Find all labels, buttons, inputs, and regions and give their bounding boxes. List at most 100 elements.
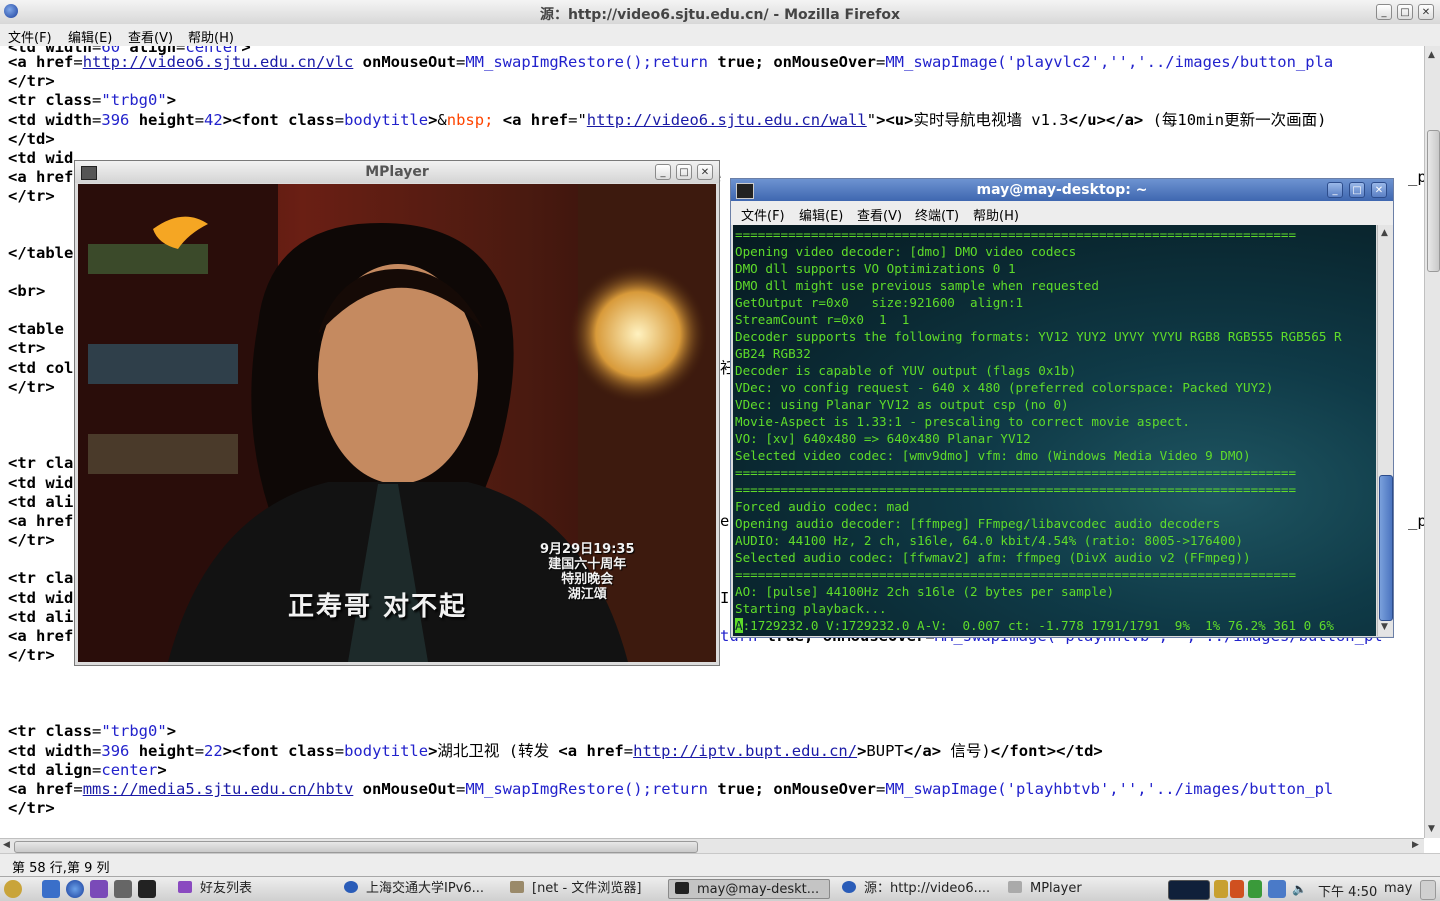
source-line: <td wid bbox=[8, 149, 74, 167]
scroll-left-arrow-icon[interactable]: ◀ bbox=[3, 840, 10, 850]
terminal-menu-file[interactable]: 文件(F) bbox=[741, 205, 785, 224]
terminal-status-line: A:1729232.0 V:1729232.0 A-V: 0.007 ct: -… bbox=[735, 617, 1334, 634]
terminal-output-line: Decoder supports the following formats: … bbox=[735, 329, 1342, 344]
close-button[interactable]: ✕ bbox=[1418, 4, 1434, 20]
scroll-down-arrow-icon[interactable]: ▼ bbox=[1428, 824, 1435, 834]
source-line: <table bbox=[8, 320, 64, 338]
network-tray-icon[interactable] bbox=[1268, 880, 1286, 898]
terminal-screen[interactable]: Starting playback... AO: [pulse] 44100Hz … bbox=[733, 225, 1376, 636]
terminal-output-line: Forced audio codec: mad bbox=[735, 499, 910, 514]
caption-line: 9月29日19:35 bbox=[540, 542, 635, 557]
task-sjtu-browser[interactable]: 上海交通大学IPv6... bbox=[338, 879, 498, 899]
mplayer-maximize-button[interactable]: □ bbox=[676, 164, 692, 180]
vertical-scroll-thumb[interactable] bbox=[1427, 130, 1440, 272]
mplayer-minimize-button[interactable]: _ bbox=[655, 164, 671, 180]
start-menu-icon[interactable] bbox=[4, 880, 22, 898]
volume-icon[interactable]: 🔈 bbox=[1292, 880, 1307, 898]
caption-line: 湖江頌 bbox=[567, 587, 607, 602]
power-icon[interactable] bbox=[1420, 880, 1436, 900]
terminal-launcher-icon[interactable] bbox=[138, 880, 156, 898]
terminal-output-line: Starting playback... bbox=[735, 601, 887, 616]
mplayer-titlebar[interactable]: MPlayer _ □ ✕ bbox=[75, 161, 719, 183]
scroll-right-arrow-icon[interactable]: ▶ bbox=[1412, 840, 1419, 850]
source-line: <tr cla bbox=[8, 569, 74, 587]
terminal-scroll-up-icon[interactable]: ▲ bbox=[1381, 228, 1388, 238]
clock[interactable]: 下午 4:50 bbox=[1318, 881, 1377, 900]
mplayer-window[interactable]: MPlayer _ □ ✕ 正寿哥 对不起 9月29日19:35 建国六十周年 … bbox=[74, 160, 720, 666]
browser-launcher-icon[interactable] bbox=[66, 880, 84, 898]
source-line: <td width=396 height=22><font class=body… bbox=[8, 742, 1103, 760]
terminal-scrollbar[interactable]: ▲ ▼ bbox=[1377, 225, 1393, 636]
menu-view[interactable]: 查看(V) bbox=[128, 27, 173, 46]
source-line: <br> bbox=[8, 282, 46, 300]
task-mplayer[interactable]: MPlayer bbox=[1002, 879, 1162, 899]
scroll-up-arrow-icon[interactable]: ▲ bbox=[1428, 50, 1435, 60]
source-line: <a href bbox=[8, 627, 74, 645]
horizontal-scrollbar[interactable]: ◀ ▶ bbox=[0, 838, 1424, 854]
terminal-output-line: Selected audio codec: [ffwmav2] afm: ffm… bbox=[735, 550, 1251, 565]
network-monitor-icon[interactable] bbox=[1168, 880, 1210, 900]
vertical-scrollbar[interactable]: ▲ ▼ bbox=[1424, 46, 1440, 838]
terminal-scroll-thumb[interactable] bbox=[1379, 475, 1393, 621]
playback-status: :1729232.0 V:1729232.0 A-V: 0.007 ct: -1… bbox=[742, 618, 1334, 633]
terminal-output-line: ========================================… bbox=[735, 482, 1297, 497]
task-label: 源：http://video6.... bbox=[864, 881, 991, 896]
source-line: </tr> bbox=[8, 531, 55, 549]
terminal-output-line: AUDIO: 44100 Hz, 2 ch, s16le, 64.0 kbit/… bbox=[735, 533, 1243, 548]
terminal-close-button[interactable]: ✕ bbox=[1371, 182, 1387, 198]
terminal-window[interactable]: may@may-desktop: ~ _ □ ✕ 文件(F) 编辑(E) 查看(… bbox=[730, 178, 1394, 638]
horizontal-scroll-thumb[interactable] bbox=[14, 841, 698, 853]
screenshot-launcher-icon[interactable] bbox=[114, 880, 132, 898]
terminal-menu-terminal[interactable]: 终端(T) bbox=[915, 205, 959, 224]
minimize-button[interactable]: _ bbox=[1376, 4, 1392, 20]
source-line: <a href=mms://media5.sjtu.edu.cn/hbtv on… bbox=[8, 780, 1334, 798]
terminal-output-line: DMO dll supports VO Optimizations 0 1 bbox=[735, 261, 1016, 276]
im-launcher-icon[interactable] bbox=[90, 880, 108, 898]
source-line: </tr> bbox=[8, 378, 55, 396]
im-tray-icon[interactable] bbox=[1230, 880, 1244, 898]
source-line: <a href=http://video6.sjtu.edu.cn/vlc on… bbox=[8, 53, 1334, 71]
show-desktop-icon[interactable] bbox=[42, 880, 60, 898]
task-terminal[interactable]: may@may-deskt... bbox=[668, 879, 830, 899]
menu-file[interactable]: 文件(F) bbox=[8, 27, 52, 46]
terminal-output-line: GB24 RGB32 bbox=[735, 346, 811, 361]
task-buddy-list[interactable]: 好友列表 bbox=[172, 879, 332, 899]
task-label: 好友列表 bbox=[200, 881, 253, 896]
terminal-maximize-button[interactable]: □ bbox=[1349, 182, 1365, 198]
source-line: <td col bbox=[8, 359, 74, 377]
source-line-fragment: e bbox=[720, 512, 730, 530]
menu-help[interactable]: 帮助(H) bbox=[188, 27, 234, 46]
terminal-menu-edit[interactable]: 编辑(E) bbox=[799, 205, 843, 224]
terminal-title: may@may-desktop: ~ bbox=[976, 182, 1148, 198]
terminal-minimize-button[interactable]: _ bbox=[1327, 182, 1343, 198]
maximize-button[interactable]: □ bbox=[1397, 4, 1413, 20]
terminal-output-line: Selected video codec: [wmv9dmo] vfm: dmo… bbox=[735, 448, 1251, 463]
mplayer-title: MPlayer bbox=[365, 164, 429, 180]
mplayer-close-button[interactable]: ✕ bbox=[697, 164, 713, 180]
source-line-fragment: _pl bbox=[1408, 168, 1424, 186]
terminal-menu-help[interactable]: 帮助(H) bbox=[973, 205, 1019, 224]
video-frame[interactable]: 正寿哥 对不起 9月29日19:35 建国六十周年 特别晚会 湖江頌 bbox=[78, 184, 716, 662]
buddy-list-icon bbox=[178, 881, 192, 893]
terminal-output-line: VO: [xv] 640x480 => 640x480 Planar YV12 bbox=[735, 431, 1031, 446]
task-file-browser[interactable]: [net - 文件浏览器] bbox=[504, 879, 664, 899]
task-page-source[interactable]: 源：http://video6.... bbox=[836, 879, 998, 899]
update-tray-icon[interactable] bbox=[1248, 880, 1262, 898]
source-line: <a href bbox=[8, 512, 74, 530]
source-line: </tr> bbox=[8, 187, 55, 205]
terminal-output-line: Opening audio decoder: [ffmpeg] FFmpeg/l… bbox=[735, 516, 1221, 531]
user-name[interactable]: may bbox=[1384, 881, 1412, 896]
firefox-task-icon bbox=[344, 881, 358, 893]
terminal-output-line: DMO dll might use previous sample when r… bbox=[735, 278, 1099, 293]
terminal-titlebar[interactable]: may@may-desktop: ~ _ □ ✕ bbox=[731, 179, 1393, 201]
task-label: MPlayer bbox=[1030, 881, 1082, 896]
terminal-menu-view[interactable]: 查看(V) bbox=[857, 205, 902, 224]
cursor-position: 第 58 行,第 9 列 bbox=[12, 861, 110, 876]
source-line: <tr cla bbox=[8, 454, 74, 472]
source-line: </tr> bbox=[8, 646, 55, 664]
menu-edit[interactable]: 编辑(E) bbox=[68, 27, 112, 46]
source-line: </tr> bbox=[8, 72, 55, 90]
keyboard-indicator-icon[interactable] bbox=[1214, 880, 1228, 898]
terminal-scroll-down-icon[interactable]: ▼ bbox=[1381, 622, 1388, 632]
terminal-output-line: VDec: vo config request - 640 x 480 (pre… bbox=[735, 380, 1274, 395]
